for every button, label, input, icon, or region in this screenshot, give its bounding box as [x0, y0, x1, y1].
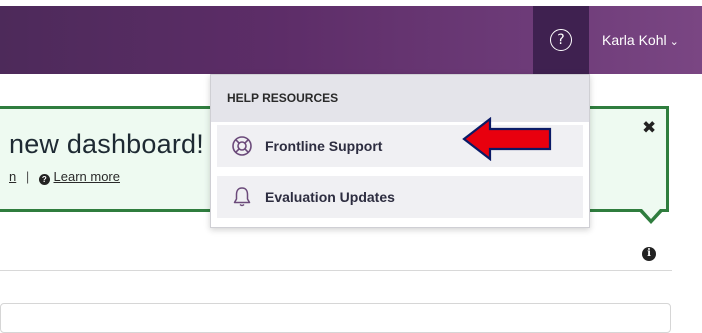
menu-item-label: Evaluation Updates	[265, 189, 395, 205]
top-navigation-bar	[0, 6, 702, 74]
lifebuoy-icon	[232, 136, 252, 156]
info-icon[interactable]: i	[642, 247, 656, 261]
bell-icon	[233, 187, 251, 207]
banner-link-left[interactable]: n	[9, 169, 16, 184]
help-button[interactable]: ?	[533, 6, 589, 74]
menu-item-label: Frontline Support	[265, 138, 383, 154]
user-name: Karla Kohl	[602, 32, 667, 48]
banner-links: n | ? Learn more	[9, 169, 120, 185]
link-separator: |	[25, 169, 30, 184]
menu-item-evaluation-updates[interactable]: Evaluation Updates	[217, 176, 583, 218]
red-arrow-annotation	[462, 117, 552, 161]
close-banner-button[interactable]: ✖	[642, 118, 656, 138]
dropdown-header: HELP RESOURCES	[211, 75, 589, 122]
info-circle-icon: ?	[38, 174, 50, 185]
user-menu[interactable]: Karla Kohl ⌄	[602, 6, 679, 74]
content-card	[0, 303, 671, 333]
banner-pointer-inner	[642, 209, 660, 219]
chevron-down-icon: ⌄	[669, 36, 679, 48]
learn-more-link[interactable]: Learn more	[54, 169, 120, 184]
question-circle-icon: ?	[550, 29, 572, 51]
section-divider	[0, 270, 672, 271]
banner-title: new dashboard!	[9, 129, 204, 159]
